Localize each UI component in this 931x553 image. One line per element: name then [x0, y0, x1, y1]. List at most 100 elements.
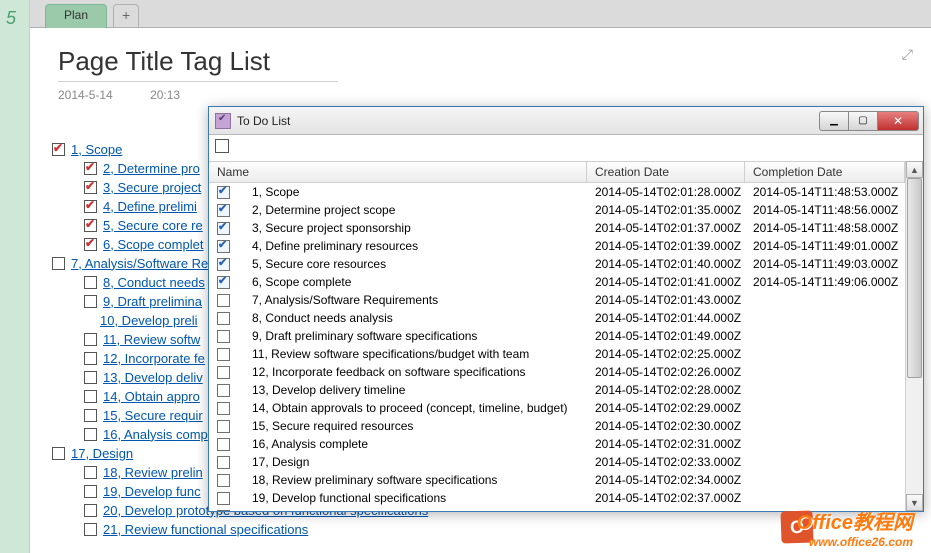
todo-checkbox[interactable]: [84, 409, 97, 422]
table-row[interactable]: 5, Secure core resources2014-05-14T02:01…: [209, 255, 905, 273]
row-checkbox[interactable]: [217, 384, 230, 397]
todo-checkbox[interactable]: [84, 181, 97, 194]
tree-link[interactable]: 19, Develop func: [103, 484, 201, 499]
tree-link[interactable]: 4, Define prelimi: [103, 199, 197, 214]
tree-link[interactable]: 11, Review softw: [103, 332, 200, 347]
expand-icon[interactable]: ⤢: [902, 46, 913, 63]
page-title[interactable]: Page Title Tag List: [58, 46, 338, 82]
row-checkbox[interactable]: [217, 312, 230, 325]
row-completion: 2014-05-14T11:49:06.000Z: [745, 275, 905, 289]
todo-checkbox[interactable]: [84, 390, 97, 403]
row-checkbox[interactable]: [217, 294, 230, 307]
row-checkbox[interactable]: [217, 330, 230, 343]
todo-checkbox[interactable]: [52, 143, 65, 156]
todo-checkbox[interactable]: [84, 371, 97, 384]
table-row[interactable]: 2, Determine project scope2014-05-14T02:…: [209, 201, 905, 219]
scroll-up-icon[interactable]: ▲: [906, 161, 923, 178]
row-creation: 2014-05-14T02:01:37.000Z: [587, 221, 745, 235]
table-row[interactable]: 13, Develop delivery timeline2014-05-14T…: [209, 381, 905, 399]
close-button[interactable]: ✕: [877, 111, 919, 131]
table-row[interactable]: 1, Scope2014-05-14T02:01:28.000Z2014-05-…: [209, 183, 905, 201]
row-checkbox[interactable]: [217, 222, 230, 235]
todo-dialog: To Do List ▁ ▢ ✕ Name Creation Date Comp…: [208, 106, 924, 512]
table-row[interactable]: 4, Define preliminary resources2014-05-1…: [209, 237, 905, 255]
tree-link[interactable]: 14, Obtain appro: [103, 389, 200, 404]
table-row[interactable]: 16, Analysis complete2014-05-14T02:02:31…: [209, 435, 905, 453]
todo-checkbox[interactable]: [84, 485, 97, 498]
table-row[interactable]: 9, Draft preliminary software specificat…: [209, 327, 905, 345]
row-checkbox[interactable]: [217, 510, 230, 512]
todo-checkbox[interactable]: [84, 466, 97, 479]
tree-link[interactable]: 2, Determine pro: [103, 161, 200, 176]
tab-plan[interactable]: Plan: [45, 4, 107, 28]
tree-link[interactable]: 7, Analysis/Software Re: [71, 256, 208, 271]
table-row[interactable]: 6, Scope complete2014-05-14T02:01:41.000…: [209, 273, 905, 291]
table-row[interactable]: 19, Develop functional specifications201…: [209, 489, 905, 507]
maximize-button[interactable]: ▢: [848, 111, 878, 131]
row-checkbox[interactable]: [217, 402, 230, 415]
table-row[interactable]: 12, Incorporate feedback on software spe…: [209, 363, 905, 381]
todo-checkbox[interactable]: [84, 162, 97, 175]
tree-link[interactable]: 1, Scope: [71, 142, 122, 157]
table-row[interactable]: 7, Analysis/Software Requirements2014-05…: [209, 291, 905, 309]
tree-link[interactable]: 15, Secure requir: [103, 408, 203, 423]
table-row[interactable]: 8, Conduct needs analysis2014-05-14T02:0…: [209, 309, 905, 327]
todo-checkbox[interactable]: [84, 504, 97, 517]
row-name: 1, Scope: [252, 185, 299, 199]
todo-checkbox[interactable]: [84, 219, 97, 232]
row-checkbox[interactable]: [217, 258, 230, 271]
tree-link[interactable]: 3, Secure project: [103, 180, 201, 195]
row-checkbox[interactable]: [217, 348, 230, 361]
todo-checkbox[interactable]: [52, 257, 65, 270]
row-checkbox[interactable]: [217, 492, 230, 505]
tree-link[interactable]: 13, Develop deliv: [103, 370, 203, 385]
row-checkbox[interactable]: [217, 474, 230, 487]
row-checkbox[interactable]: [217, 420, 230, 433]
table-row[interactable]: 15, Secure required resources2014-05-14T…: [209, 417, 905, 435]
row-checkbox[interactable]: [217, 456, 230, 469]
table-row[interactable]: 18, Review preliminary software specific…: [209, 471, 905, 489]
todo-checkbox[interactable]: [84, 276, 97, 289]
row-checkbox[interactable]: [217, 186, 230, 199]
todo-checkbox[interactable]: [84, 295, 97, 308]
todo-checkbox[interactable]: [84, 238, 97, 251]
scroll-thumb[interactable]: [907, 178, 922, 378]
table-row[interactable]: 14, Obtain approvals to proceed (concept…: [209, 399, 905, 417]
tree-link[interactable]: 5, Secure core re: [103, 218, 203, 233]
dialog-titlebar[interactable]: To Do List ▁ ▢ ✕: [209, 107, 923, 135]
row-checkbox[interactable]: [217, 204, 230, 217]
minimize-button[interactable]: ▁: [819, 111, 849, 131]
tree-link[interactable]: 18, Review prelin: [103, 465, 203, 480]
tree-link[interactable]: 16, Analysis comp: [103, 427, 208, 442]
col-name[interactable]: Name: [209, 162, 587, 182]
tree-link[interactable]: 6, Scope complet: [103, 237, 203, 252]
table-row[interactable]: 11, Review software specifications/budge…: [209, 345, 905, 363]
scroll-down-icon[interactable]: ▼: [906, 494, 923, 511]
row-creation: 2014-05-14T02:02:29.000Z: [587, 401, 745, 415]
table-row[interactable]: 17, Design2014-05-14T02:02:33.000Z: [209, 453, 905, 471]
todo-checkbox[interactable]: [84, 200, 97, 213]
col-creation-date[interactable]: Creation Date: [587, 162, 745, 182]
todo-checkbox[interactable]: [84, 333, 97, 346]
vertical-scrollbar[interactable]: ▲ ▼: [905, 161, 923, 511]
row-creation: 2014-05-14T02:01:41.000Z: [587, 275, 745, 289]
row-checkbox[interactable]: [217, 276, 230, 289]
todo-checkbox[interactable]: [84, 523, 97, 536]
tree-link[interactable]: 21, Review functional specifications: [103, 522, 308, 537]
tree-link[interactable]: 9, Draft prelimina: [103, 294, 202, 309]
row-checkbox[interactable]: [217, 366, 230, 379]
tree-link[interactable]: 8, Conduct needs: [103, 275, 205, 290]
tree-link[interactable]: 12, Incorporate fe: [103, 351, 205, 366]
tab-add[interactable]: +: [113, 4, 139, 28]
todo-checkbox[interactable]: [84, 352, 97, 365]
tree-link[interactable]: 17, Design: [71, 446, 133, 461]
row-checkbox[interactable]: [217, 240, 230, 253]
row-checkbox[interactable]: [217, 438, 230, 451]
select-all-checkbox[interactable]: [215, 139, 229, 153]
todo-checkbox[interactable]: [52, 447, 65, 460]
tree-link[interactable]: 10, Develop preli: [100, 313, 198, 328]
page-date: 2014-5-14: [58, 88, 113, 102]
col-completion-date[interactable]: Completion Date: [745, 162, 905, 182]
todo-checkbox[interactable]: [84, 428, 97, 441]
table-row[interactable]: 3, Secure project sponsorship2014-05-14T…: [209, 219, 905, 237]
